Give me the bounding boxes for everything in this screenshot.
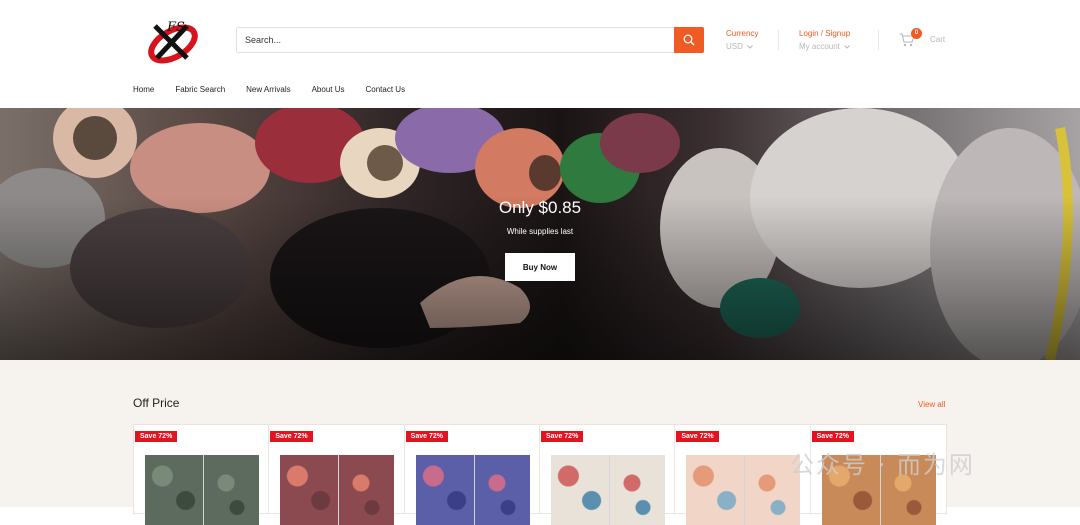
buy-now-button[interactable]: Buy Now — [505, 253, 575, 281]
chevron-down-icon — [747, 45, 753, 49]
save-badge: Save 72% — [540, 431, 584, 442]
view-all-link[interactable]: View all — [918, 400, 945, 409]
nav-home[interactable]: Home — [133, 85, 154, 94]
cart-label: Cart — [930, 35, 946, 44]
search-icon — [683, 34, 695, 46]
svg-text:FS: FS — [166, 20, 185, 35]
currency-selector[interactable]: Currency USD — [726, 28, 758, 53]
product-card[interactable]: Save 72% — [269, 425, 405, 525]
product-card[interactable]: Save 72% — [134, 425, 270, 525]
product-card[interactable]: Save 72% — [540, 425, 676, 525]
nav-contact-us[interactable]: Contact Us — [366, 85, 406, 94]
watermark: 公众号 · 而为网 — [790, 451, 975, 479]
search-bar — [236, 27, 704, 53]
nav-new-arrivals[interactable]: New Arrivals — [246, 85, 290, 94]
save-badge: Save 72% — [270, 431, 313, 442]
brand-logo[interactable]: FS — [143, 14, 203, 66]
account-menu[interactable]: Login / Signup My account — [799, 28, 850, 53]
section-title: Off Price — [133, 396, 180, 410]
nav-about-us[interactable]: About Us — [312, 85, 345, 94]
hero-subtitle: While supplies last — [506, 227, 574, 236]
fabric-swatch — [415, 455, 474, 525]
save-badge: Save 72% — [811, 431, 854, 442]
search-input[interactable] — [237, 28, 675, 52]
save-badge: Save 72% — [135, 431, 178, 442]
save-badge: Save 72% — [676, 431, 719, 442]
login-signup-link[interactable]: Login / Signup — [799, 28, 850, 40]
hero-title: Only $0.85 — [498, 198, 582, 217]
product-image[interactable] — [415, 455, 530, 525]
fabric-swatch-detail — [204, 455, 259, 525]
fabric-swatch — [550, 455, 609, 525]
product-image[interactable] — [280, 455, 395, 525]
header-divider — [778, 30, 779, 50]
header-divider — [878, 30, 879, 50]
main-nav: Home Fabric Search New Arrivals About Us… — [133, 85, 426, 94]
chevron-down-icon — [844, 45, 850, 49]
currency-label: Currency — [726, 29, 759, 38]
product-image[interactable] — [145, 455, 259, 525]
cart-button[interactable]: 0 Cart — [899, 28, 959, 51]
product-card[interactable]: Save 72% — [405, 425, 540, 525]
fabric-swatch-detail — [609, 455, 665, 525]
fabric-swatch-detail — [339, 455, 395, 525]
site-header: FS Currency USD Login / Signup My accoun… — [0, 0, 1080, 108]
fabric-swatch — [145, 455, 203, 525]
my-account-label: My account — [799, 42, 840, 51]
fabric-swatch — [280, 455, 339, 525]
fabric-swatch — [686, 455, 745, 525]
cart-count-badge: 0 — [911, 28, 922, 39]
hero-banner: Only $0.85 While supplies last Buy Now — [0, 108, 1080, 360]
save-badge: Save 72% — [405, 431, 448, 442]
off-price-section: Off Price View all Save 72% Save 72% Save … — [0, 360, 1080, 525]
search-button[interactable] — [674, 27, 704, 53]
nav-fabric-search[interactable]: Fabric Search — [175, 85, 225, 94]
fabric-swatch-detail — [474, 455, 530, 525]
product-image[interactable] — [550, 455, 665, 525]
currency-value: USD — [726, 42, 743, 51]
product-image[interactable] — [686, 455, 801, 525]
